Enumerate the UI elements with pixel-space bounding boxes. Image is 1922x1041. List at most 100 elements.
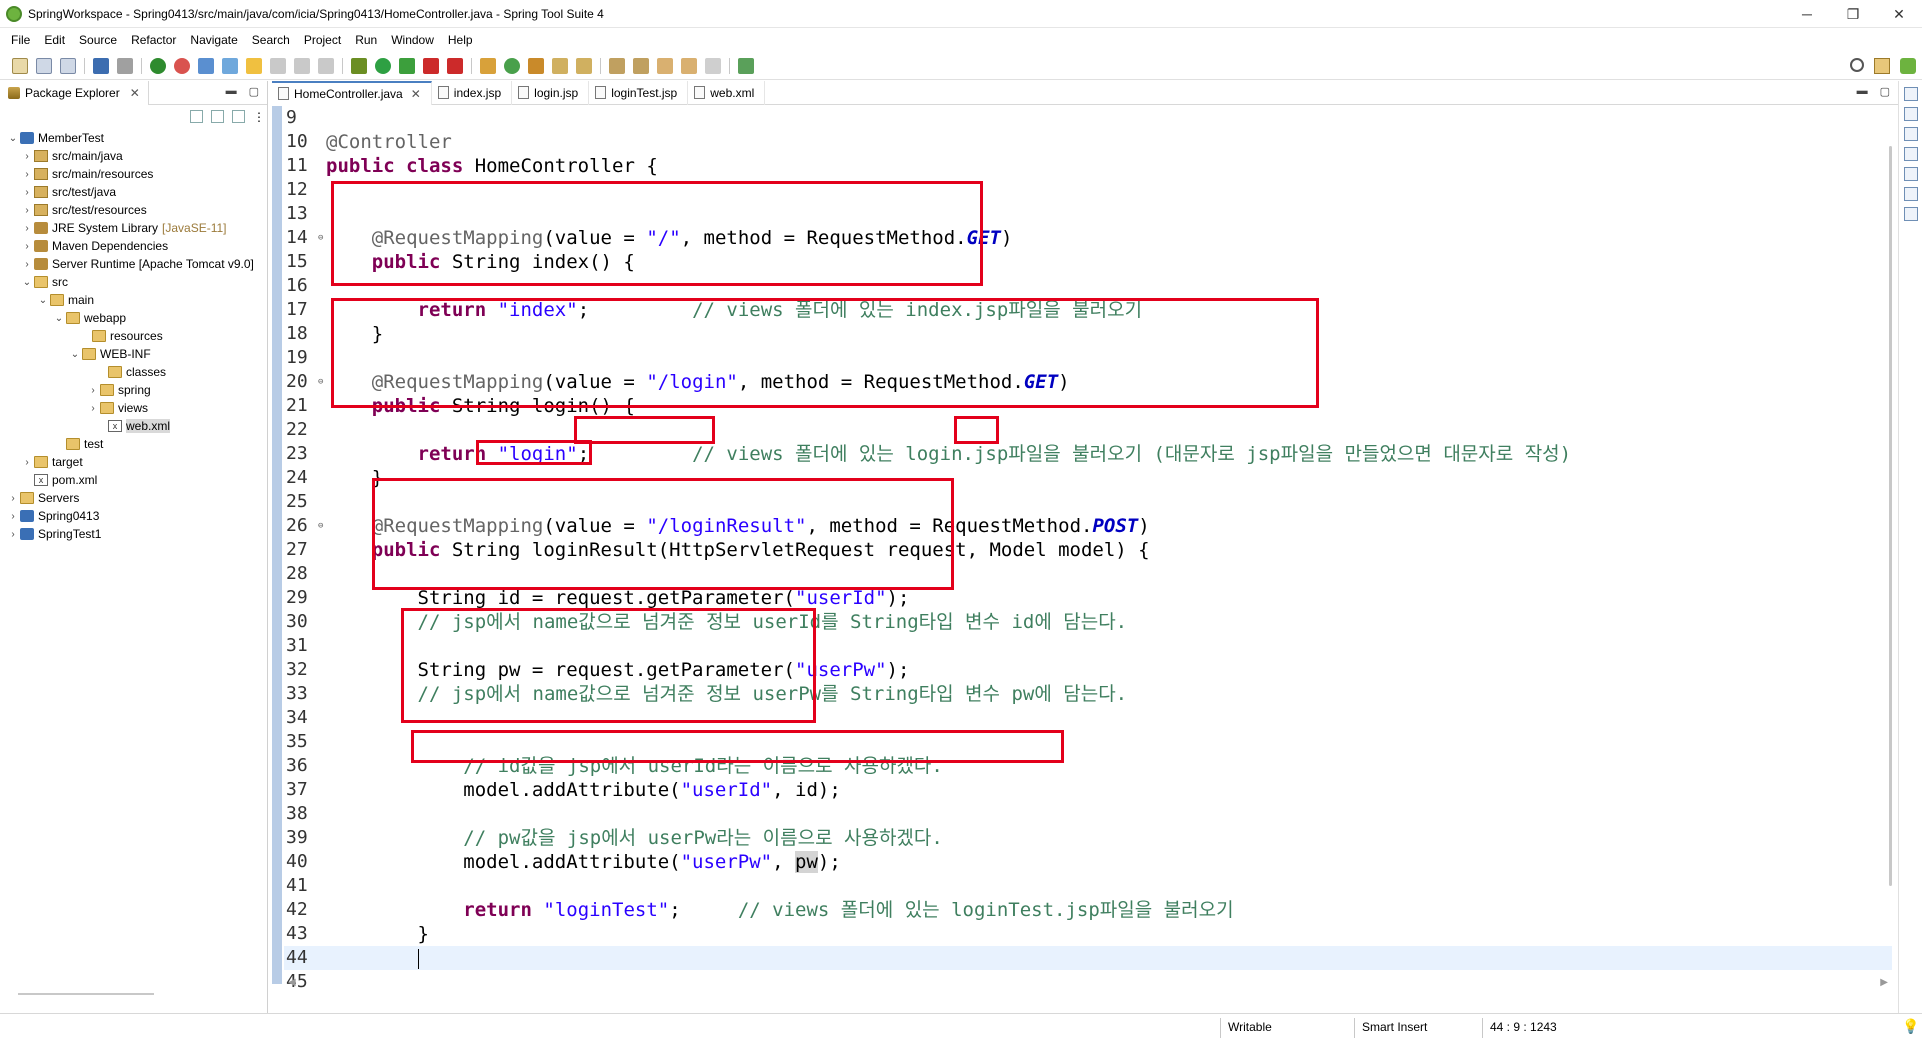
close-button[interactable]: ✕	[1876, 0, 1922, 28]
expanded-chevron-icon[interactable]: ⌄	[38, 295, 48, 306]
open-perspective-icon[interactable]	[738, 57, 754, 74]
explorer-horizontal-scrollbar[interactable]	[18, 993, 154, 995]
open-console-icon[interactable]	[93, 57, 109, 74]
expanded-chevron-icon[interactable]: ⌄	[8, 133, 18, 144]
tree-item[interactable]: ⌄ WEB-INF	[0, 345, 268, 363]
show-whitespace-icon[interactable]	[318, 57, 334, 74]
fold-toggle-icon[interactable]: ⊖	[318, 370, 326, 394]
run-icon[interactable]	[375, 57, 391, 74]
search-icon[interactable]	[1850, 58, 1864, 72]
search-file-icon[interactable]	[222, 57, 238, 74]
fold-toggle-icon[interactable]: ⊖	[318, 514, 326, 538]
tree-item[interactable]: › src/main/resources	[0, 165, 268, 183]
maximize-view-icon[interactable]: ▢	[249, 85, 259, 98]
minimize-editor-icon[interactable]: ▬	[1857, 85, 1868, 98]
collapsed-chevron-icon[interactable]: ›	[22, 151, 32, 162]
tab-homecontroller-java[interactable]: HomeController.java ✕	[272, 80, 432, 105]
menu-navigate[interactable]: Navigate	[183, 33, 244, 47]
expanded-chevron-icon[interactable]: ⌄	[54, 313, 64, 324]
collapse-all-icon[interactable]	[190, 109, 203, 123]
lightbulb-icon[interactable]: 💡	[1902, 1018, 1919, 1035]
maximize-button[interactable]: ❐	[1830, 0, 1876, 28]
new-icon[interactable]	[12, 57, 28, 74]
tree-item[interactable]: › views	[0, 399, 268, 417]
save-all-icon[interactable]	[60, 57, 76, 74]
tree-item[interactable]: › src/main/java	[0, 147, 268, 165]
toggle-mark-occurrences-icon[interactable]	[246, 57, 262, 74]
collapsed-chevron-icon[interactable]: ›	[22, 223, 32, 234]
external-tools-icon[interactable]	[447, 57, 463, 74]
close-icon[interactable]: ✕	[411, 87, 421, 101]
tree-item[interactable]: › src/test/resources	[0, 201, 268, 219]
back-icon[interactable]	[681, 57, 697, 74]
code-editor[interactable]: 9 10 @Controller 11 public class HomeControl…	[272, 106, 1898, 992]
collapsed-chevron-icon[interactable]: ›	[8, 511, 18, 522]
collapsed-chevron-icon[interactable]: ›	[22, 187, 32, 198]
editor-vertical-scrollbar[interactable]	[1889, 146, 1892, 886]
code-area[interactable]: 9 10 @Controller 11 public class HomeControl…	[284, 106, 1892, 994]
collapsed-chevron-icon[interactable]: ›	[8, 493, 18, 504]
tab-web-xml[interactable]: web.xml	[688, 80, 766, 105]
fold-toggle-icon[interactable]: ⊖	[318, 226, 326, 250]
menu-file[interactable]: File	[4, 33, 37, 47]
focus-icon[interactable]	[232, 109, 245, 123]
task-list-icon[interactable]	[1903, 107, 1918, 121]
open-perspective-button-icon[interactable]	[1874, 58, 1890, 74]
declaration-view-icon[interactable]	[1903, 147, 1918, 161]
maximize-editor-icon[interactable]: ▢	[1880, 85, 1890, 98]
menu-search[interactable]: Search	[245, 33, 297, 47]
close-icon[interactable]: ✕	[130, 86, 140, 100]
progress-view-icon[interactable]	[1903, 207, 1918, 221]
tree-item[interactable]: ⌄ src	[0, 273, 268, 291]
save-icon[interactable]	[36, 57, 52, 74]
last-edit-location-icon[interactable]	[657, 57, 673, 74]
tree-item[interactable]: › Servers	[0, 489, 268, 507]
tree-item[interactable]: › target	[0, 453, 268, 471]
tree-item[interactable]: › JRE System Library [JavaSE-11]	[0, 219, 268, 237]
console-view-icon[interactable]	[1903, 167, 1918, 181]
javadoc-view-icon[interactable]	[1903, 127, 1918, 141]
open-type-icon[interactable]	[198, 57, 214, 74]
tree-item[interactable]: ⌄ main	[0, 291, 268, 309]
debug-icon[interactable]	[351, 57, 367, 74]
tree-item[interactable]: x pom.xml	[0, 471, 268, 489]
collapsed-chevron-icon[interactable]: ›	[88, 403, 98, 414]
previous-annotation-icon[interactable]	[633, 57, 649, 74]
menu-refactor[interactable]: Refactor	[124, 33, 183, 47]
next-annotation-icon[interactable]	[609, 57, 625, 74]
stop-icon[interactable]	[423, 57, 439, 74]
collapsed-chevron-icon[interactable]: ›	[22, 169, 32, 180]
collapsed-chevron-icon[interactable]: ›	[22, 241, 32, 252]
tree-item[interactable]: › Spring0413	[0, 507, 268, 525]
spring-perspective-icon[interactable]	[1900, 58, 1916, 74]
expanded-chevron-icon[interactable]: ⌄	[22, 277, 32, 288]
minimize-button[interactable]: ─	[1784, 0, 1830, 28]
tree-item[interactable]: › Maven Dependencies	[0, 237, 268, 255]
menu-source[interactable]: Source	[72, 33, 124, 47]
view-menu-icon[interactable]: ⋮	[253, 110, 265, 124]
link-with-editor-icon[interactable]	[211, 109, 224, 123]
tree-item[interactable]: resources	[0, 327, 268, 345]
menu-run[interactable]: Run	[348, 33, 384, 47]
outline-view-icon[interactable]	[1903, 87, 1918, 101]
pin-editor-icon[interactable]	[576, 57, 592, 74]
collapsed-chevron-icon[interactable]: ›	[22, 205, 32, 216]
scroll-left-icon[interactable]: ◀	[288, 977, 296, 988]
tree-item[interactable]: › src/test/java	[0, 183, 268, 201]
new-java-package-icon[interactable]	[480, 57, 496, 74]
spring-icon[interactable]	[174, 57, 190, 74]
tree-item[interactable]: ⌄ webapp	[0, 309, 268, 327]
collapsed-chevron-icon[interactable]: ›	[88, 385, 98, 396]
tree-item[interactable]: › spring	[0, 381, 268, 399]
collapsed-chevron-icon[interactable]: ›	[8, 529, 18, 540]
collapsed-chevron-icon[interactable]: ›	[22, 259, 32, 270]
tree-item[interactable]: classes	[0, 363, 268, 381]
editor-horizontal-scrollbar[interactable]: ◀ ▶	[284, 975, 1892, 989]
tree-item[interactable]: x web.xml	[0, 417, 268, 435]
coverage-icon[interactable]	[399, 57, 415, 74]
collapsed-chevron-icon[interactable]: ›	[22, 457, 32, 468]
tab-index-jsp[interactable]: index.jsp	[432, 80, 513, 105]
boot-dashboard-icon[interactable]	[150, 57, 166, 74]
menu-project[interactable]: Project	[297, 33, 348, 47]
tab-package-explorer[interactable]: Package Explorer ✕	[0, 80, 149, 105]
